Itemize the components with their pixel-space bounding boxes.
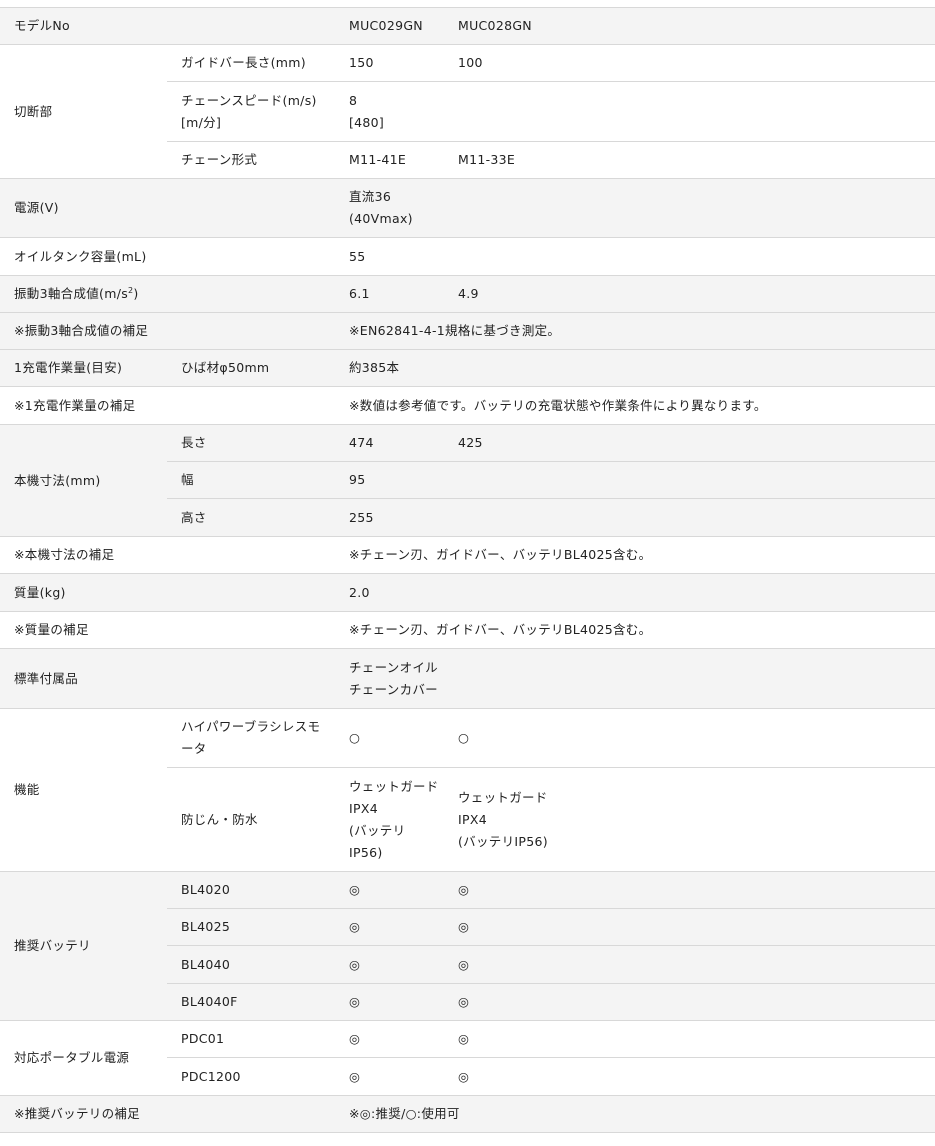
guide-bar-val-1: 150 (335, 44, 444, 82)
row-mass-note: ※質量の補足 ※チェーン刃、ガイドバー、バッテリBL4025含む。 (0, 611, 935, 649)
chain-speed-val: 8 [480] (335, 81, 935, 142)
mass-note-val: ※チェーン刃、ガイドバー、バッテリBL4025含む。 (335, 611, 935, 649)
work-per-charge-val: 約385本 (335, 349, 935, 387)
row-guide-bar: 切断部 ガイドバー長さ(mm) 150 100 (0, 44, 935, 179)
battery-val-2: ◎ (444, 871, 935, 909)
accessories-val: チェーンオイル チェーンカバー (335, 648, 935, 709)
vibration-val-1: 6.1 (335, 275, 444, 313)
battery-val-1: ◎ (335, 945, 444, 984)
power-val: 直流36 (40Vmax) (335, 178, 935, 238)
label-work-note: ※1充電作業量の補足 (0, 386, 335, 425)
row-model-no: モデルNo MUC029GN MUC028GN (0, 7, 935, 45)
dim-note-val: ※チェーン刃、ガイドバー、バッテリBL4025含む。 (335, 536, 935, 574)
row-portable-power: 対応ポータブル電源 PDC01 ◎ ◎ (0, 1020, 935, 1096)
row-dim-note: ※本機寸法の補足 ※チェーン刃、ガイドバー、バッテリBL4025含む。 (0, 536, 935, 574)
portable-power-val-1: ◎ (335, 1020, 444, 1058)
label-chain-speed: チェーンスピード(m/s) [m/分] (167, 81, 335, 142)
label-work-per-charge: 1充電作業量(目安) (0, 349, 167, 387)
vibration-label-prefix: 振動3軸合成値(m/s (14, 286, 129, 301)
label-model-no: モデルNo (0, 7, 335, 45)
portable-power-val-2: ◎ (444, 1057, 935, 1096)
battery-val-1: ◎ (335, 908, 444, 946)
battery-name: BL4020 (167, 871, 335, 909)
dim-length-val-2: 425 (444, 424, 935, 462)
label-dimensions: 本機寸法(mm) (0, 424, 167, 537)
dim-width-val: 95 (335, 461, 935, 499)
label-mass: 質量(kg) (0, 573, 335, 612)
label-dim-note: ※本機寸法の補足 (0, 536, 335, 574)
row-power: 電源(V) 直流36 (40Vmax) (0, 178, 935, 238)
spec-table: モデルNo MUC029GN MUC028GN 切断部 ガイドバー長さ(mm) … (0, 7, 935, 1133)
row-battery: 推奨バッテリ BL4020 ◎ ◎ (0, 871, 935, 1021)
label-battery-note: ※推奨バッテリの補足 (0, 1095, 335, 1133)
label-guide-bar: ガイドバー長さ(mm) (167, 44, 335, 82)
feature-dust-water-val-1: ウェットガード IPX4 (バッテリ IP56) (335, 767, 444, 872)
row-mass: 質量(kg) 2.0 (0, 573, 935, 612)
label-portable-power: 対応ポータブル電源 (0, 1020, 167, 1096)
row-vibration-note: ※振動3軸合成値の補足 ※EN62841-4-1規格に基づき測定。 (0, 312, 935, 350)
chain-type-val-1: M11-41E (335, 141, 444, 179)
label-dim-height: 高さ (167, 498, 335, 537)
label-vibration-note: ※振動3軸合成値の補足 (0, 312, 335, 350)
label-power: 電源(V) (0, 178, 335, 238)
vibration-val-2: 4.9 (444, 275, 935, 313)
row-work-per-charge: 1充電作業量(目安) ひば材φ50mm 約385本 (0, 349, 935, 387)
dim-length-val-1: 474 (335, 424, 444, 462)
row-vibration: 振動3軸合成値(m/s2) 6.1 4.9 (0, 275, 935, 313)
battery-val-2: ◎ (444, 908, 935, 946)
battery-name: BL4025 (167, 908, 335, 946)
row-battery-note: ※推奨バッテリの補足 ※◎:推奨/○:使用可 (0, 1095, 935, 1133)
model-1: MUC029GN (335, 7, 444, 45)
battery-val-1: ◎ (335, 983, 444, 1021)
row-oil-tank: オイルタンク容量(mL) 55 (0, 237, 935, 276)
work-per-charge-sub: ひば材φ50mm (167, 349, 335, 387)
portable-power-name: PDC1200 (167, 1057, 335, 1096)
feature-motor-val-2: ○ (444, 708, 935, 768)
battery-name: BL4040F (167, 983, 335, 1021)
label-batteries: 推奨バッテリ (0, 871, 167, 1021)
oil-tank-val: 55 (335, 237, 935, 276)
battery-val-2: ◎ (444, 983, 935, 1021)
row-accessories: 標準付属品 チェーンオイル チェーンカバー (0, 648, 935, 709)
model-2: MUC028GN (444, 7, 935, 45)
label-cutting: 切断部 (0, 44, 167, 179)
portable-power-name: PDC01 (167, 1020, 335, 1058)
label-oil-tank: オイルタンク容量(mL) (0, 237, 335, 276)
battery-note-val: ※◎:推奨/○:使用可 (335, 1095, 935, 1133)
label-dim-length: 長さ (167, 424, 335, 462)
label-feature-dust-water: 防じん・防水 (167, 767, 335, 872)
battery-val-2: ◎ (444, 945, 935, 984)
row-dim-length: 本機寸法(mm) 長さ 474 425 (0, 424, 935, 537)
battery-name: BL4040 (167, 945, 335, 984)
feature-dust-water-val-2: ウェットガード IPX4 (バッテリIP56) (444, 767, 935, 872)
work-note-val: ※数値は参考値です。バッテリの充電状態や作業条件により異なります。 (335, 386, 935, 425)
dim-height-val: 255 (335, 498, 935, 537)
row-work-note: ※1充電作業量の補足 ※数値は参考値です。バッテリの充電状態や作業条件により異な… (0, 386, 935, 425)
vibration-note-val: ※EN62841-4-1規格に基づき測定。 (335, 312, 935, 350)
vibration-label-suffix: ) (133, 286, 139, 301)
guide-bar-val-2: 100 (444, 44, 935, 82)
label-features: 機能 (0, 708, 167, 872)
label-vibration: 振動3軸合成値(m/s2) (0, 275, 335, 313)
row-feature-motor: 機能 ハイパワーブラシレスモ ータ ○ ○ (0, 708, 935, 872)
label-feature-motor: ハイパワーブラシレスモ ータ (167, 708, 335, 768)
mass-val: 2.0 (335, 573, 935, 612)
battery-val-1: ◎ (335, 871, 444, 909)
chain-type-val-2: M11-33E (444, 141, 935, 179)
portable-power-val-1: ◎ (335, 1057, 444, 1096)
label-mass-note: ※質量の補足 (0, 611, 335, 649)
portable-power-val-2: ◎ (444, 1020, 935, 1058)
feature-motor-val-1: ○ (335, 708, 444, 768)
label-dim-width: 幅 (167, 461, 335, 499)
label-chain-type: チェーン形式 (167, 141, 335, 179)
label-accessories: 標準付属品 (0, 648, 335, 709)
